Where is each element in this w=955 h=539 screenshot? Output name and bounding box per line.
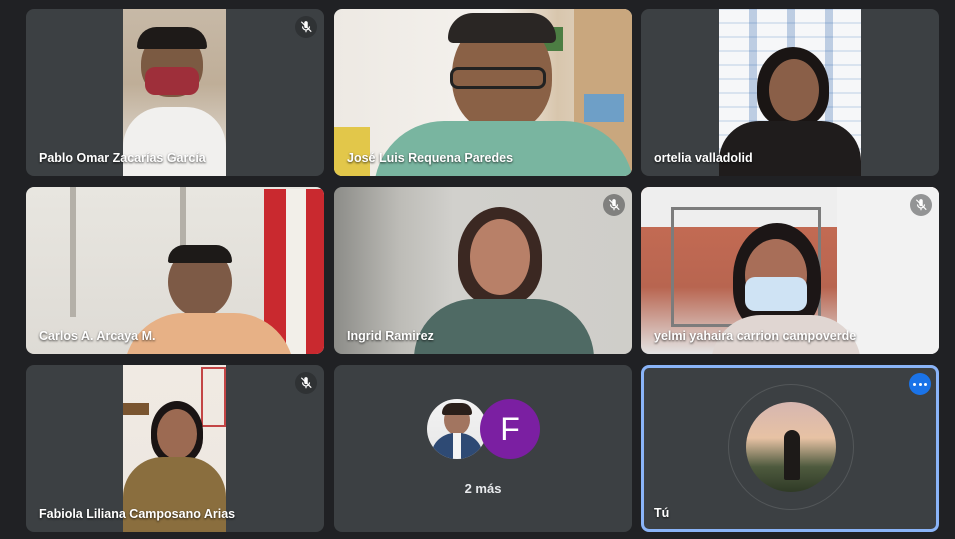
participant-tile-2[interactable]: José Luis Requena Paredes (334, 9, 632, 176)
more-options-icon[interactable] (909, 373, 931, 395)
mic-off-icon (295, 16, 317, 38)
participant-tile-3[interactable]: ortelia valladolid (641, 9, 939, 176)
avatar-initial: F (500, 410, 520, 447)
participant-tile-4[interactable]: Carlos A. Arcaya M. (26, 187, 324, 354)
mic-off-icon (910, 194, 932, 216)
participant-name: Carlos A. Arcaya M. (39, 329, 156, 343)
mic-off-icon (295, 372, 317, 394)
participant-tile-6[interactable]: yelmi yahaira carrion campoverde (641, 187, 939, 354)
participant-avatar (427, 399, 487, 459)
self-label: Tú (654, 506, 670, 520)
more-participants-tile[interactable]: F 2 más (334, 365, 632, 532)
participant-name: yelmi yahaira carrion campoverde (654, 329, 857, 343)
participant-tile-1[interactable]: Pablo Omar Zacarías García (26, 9, 324, 176)
participant-name: Fabiola Liliana Camposano Arias (39, 507, 236, 521)
participant-name: José Luis Requena Paredes (347, 151, 514, 165)
participant-name: Pablo Omar Zacarías García (39, 151, 206, 165)
participant-name: Ingrid Ramirez (347, 329, 434, 343)
more-participants-label: 2 más (464, 481, 502, 496)
participant-tile-5[interactable]: Ingrid Ramirez (334, 187, 632, 354)
self-avatar (746, 402, 836, 492)
self-tile[interactable]: Tú (641, 365, 939, 532)
mic-off-icon (603, 194, 625, 216)
participant-name: ortelia valladolid (654, 151, 753, 165)
participant-initial-avatar: F (480, 399, 540, 459)
participant-tile-7[interactable]: Fabiola Liliana Camposano Arias (26, 365, 324, 532)
